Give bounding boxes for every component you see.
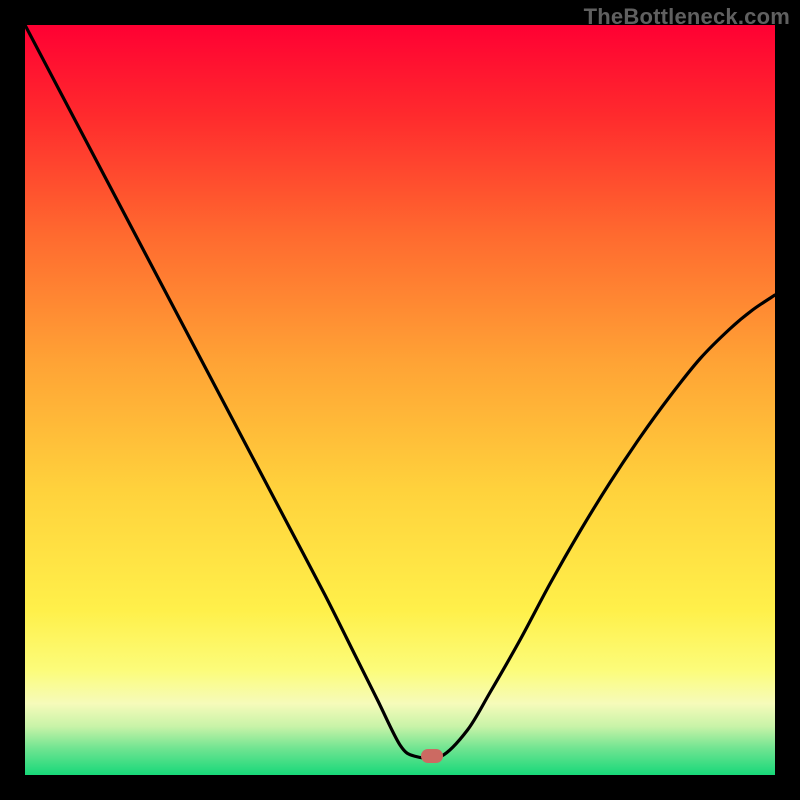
- optimum-marker: [421, 749, 443, 763]
- chart-frame: TheBottleneck.com: [0, 0, 800, 800]
- plot-area: [25, 25, 775, 775]
- plot-svg: [25, 25, 775, 775]
- watermark-text: TheBottleneck.com: [584, 4, 790, 30]
- gradient-background: [25, 25, 775, 775]
